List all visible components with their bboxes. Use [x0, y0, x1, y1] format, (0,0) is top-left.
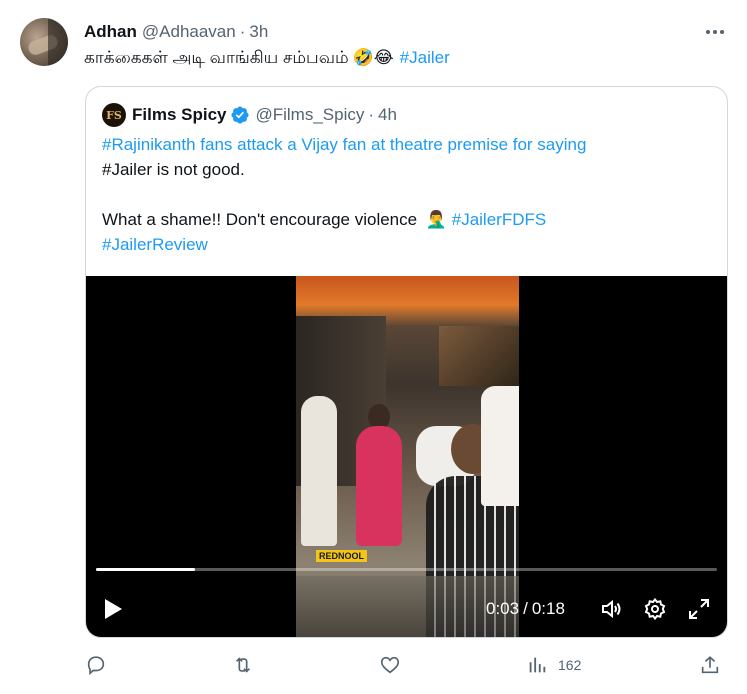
reply-button[interactable]	[85, 650, 107, 680]
author-name[interactable]: Adhan	[84, 22, 137, 42]
video-time-separator: /	[523, 599, 528, 618]
volume-icon[interactable]	[598, 596, 624, 622]
tweet-text-content: காக்கைகள் அடி வாங்கிய சம்பவம்	[84, 48, 349, 67]
video-player[interactable]: REDNOOL 0:03 / 0:18	[86, 276, 727, 637]
video-time-readout: 0:03 / 0:18	[486, 597, 565, 621]
quoted-avatar-logo: FS	[106, 108, 122, 122]
quoted-tweet[interactable]: FS Films Spicy @Films_Spicy · 4h #Rajini…	[85, 86, 728, 638]
tweet-timestamp[interactable]: 3h	[249, 22, 268, 42]
header-separator: ·	[239, 22, 246, 41]
hashtag-jailerfdfs[interactable]: #JailerFDFS	[452, 210, 546, 229]
share-button[interactable]	[699, 650, 721, 680]
tweet-header: Adhan @Adhaavan · 3h	[84, 20, 268, 44]
video-progress-fill	[96, 568, 196, 571]
author-avatar[interactable]	[20, 18, 68, 66]
tweet-actions: 162	[0, 650, 747, 680]
views-count: 162	[558, 657, 582, 673]
heart-icon	[380, 656, 400, 674]
quoted-text-line-2: #Jailer is not good.	[102, 160, 245, 179]
quoted-tweet-text: #Rajinikanth fans attack a Vijay fan at …	[102, 132, 712, 257]
quoted-header-separator: ·	[368, 105, 375, 124]
reply-icon	[87, 656, 105, 676]
tweet-emojis: 🤣😂	[352, 48, 394, 68]
hashtag-rajinikanth-line: #Rajinikanth fans attack a Vijay fan at …	[102, 135, 587, 154]
video-progress-bar[interactable]	[96, 568, 717, 571]
quoted-author-avatar: FS	[102, 103, 126, 127]
fullscreen-icon[interactable]	[686, 596, 712, 622]
retweet-icon	[235, 657, 251, 673]
share-icon	[701, 656, 719, 674]
video-current-time: 0:03	[486, 599, 520, 618]
video-duration: 0:18	[531, 599, 565, 618]
play-icon[interactable]	[100, 596, 126, 622]
retweet-button[interactable]	[232, 650, 254, 680]
settings-gear-icon[interactable]	[642, 596, 668, 622]
video-frame	[296, 276, 519, 637]
views-button[interactable]: 162	[526, 650, 581, 680]
author-handle[interactable]: @Adhaavan	[142, 22, 236, 42]
avatar-image-shade	[48, 18, 68, 66]
tweet-text: காக்கைகள் அடி வாங்கிய சம்பவம் 🤣😂 #Jailer	[84, 46, 450, 70]
more-options-icon[interactable]	[703, 22, 727, 42]
quoted-text-line-1: #Rajinikanth fans attack a Vijay fan at …	[102, 132, 712, 157]
quoted-text-shame: What a shame!! Don't encourage violence	[102, 210, 418, 229]
quoted-timestamp: 4h	[378, 105, 397, 124]
views-bar-chart-icon	[529, 657, 546, 673]
hashtag-link[interactable]: #Jailer	[400, 46, 450, 70]
like-button[interactable]	[379, 650, 401, 680]
quoted-author-handle: @Films_Spicy	[255, 105, 365, 124]
quoted-tweet-header: FS Films Spicy @Films_Spicy · 4h	[102, 103, 397, 127]
facepalm-emoji: 🤦‍♂️	[425, 210, 447, 230]
verified-badge-icon	[231, 106, 250, 124]
video-watermark: REDNOOL	[316, 550, 367, 562]
hashtag-jailerreview[interactable]: #JailerReview	[102, 232, 712, 257]
quoted-author-name: Films Spicy	[132, 105, 227, 124]
tweet[interactable]: Adhan @Adhaavan · 3h காக்கைகள் அடி வாங்க…	[0, 0, 747, 694]
quoted-text-line-3: What a shame!! Don't encourage violence …	[102, 207, 712, 232]
